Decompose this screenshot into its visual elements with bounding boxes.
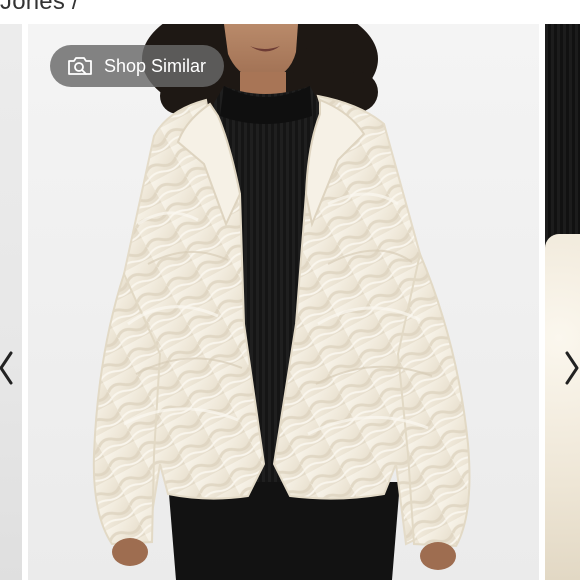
- chevron-right-icon: [565, 351, 579, 385]
- carousel-prev-button[interactable]: [0, 348, 16, 388]
- next-slide-peek[interactable]: [545, 24, 580, 580]
- brand-breadcrumb[interactable]: Jones /: [0, 0, 79, 16]
- product-page: Jones / Shop Similar: [0, 0, 580, 580]
- product-photo: [28, 24, 539, 580]
- previous-slide-peek[interactable]: [0, 24, 22, 580]
- camera-search-icon: [66, 55, 94, 77]
- image-carousel[interactable]: Shop Similar: [0, 24, 580, 580]
- chevron-left-icon: [0, 351, 13, 385]
- shop-similar-label: Shop Similar: [104, 55, 207, 76]
- shop-similar-button[interactable]: Shop Similar: [50, 45, 225, 87]
- main-product-slide[interactable]: Shop Similar: [28, 24, 539, 580]
- next-slide-fur-detail: [545, 234, 580, 580]
- carousel-next-button[interactable]: [562, 348, 580, 388]
